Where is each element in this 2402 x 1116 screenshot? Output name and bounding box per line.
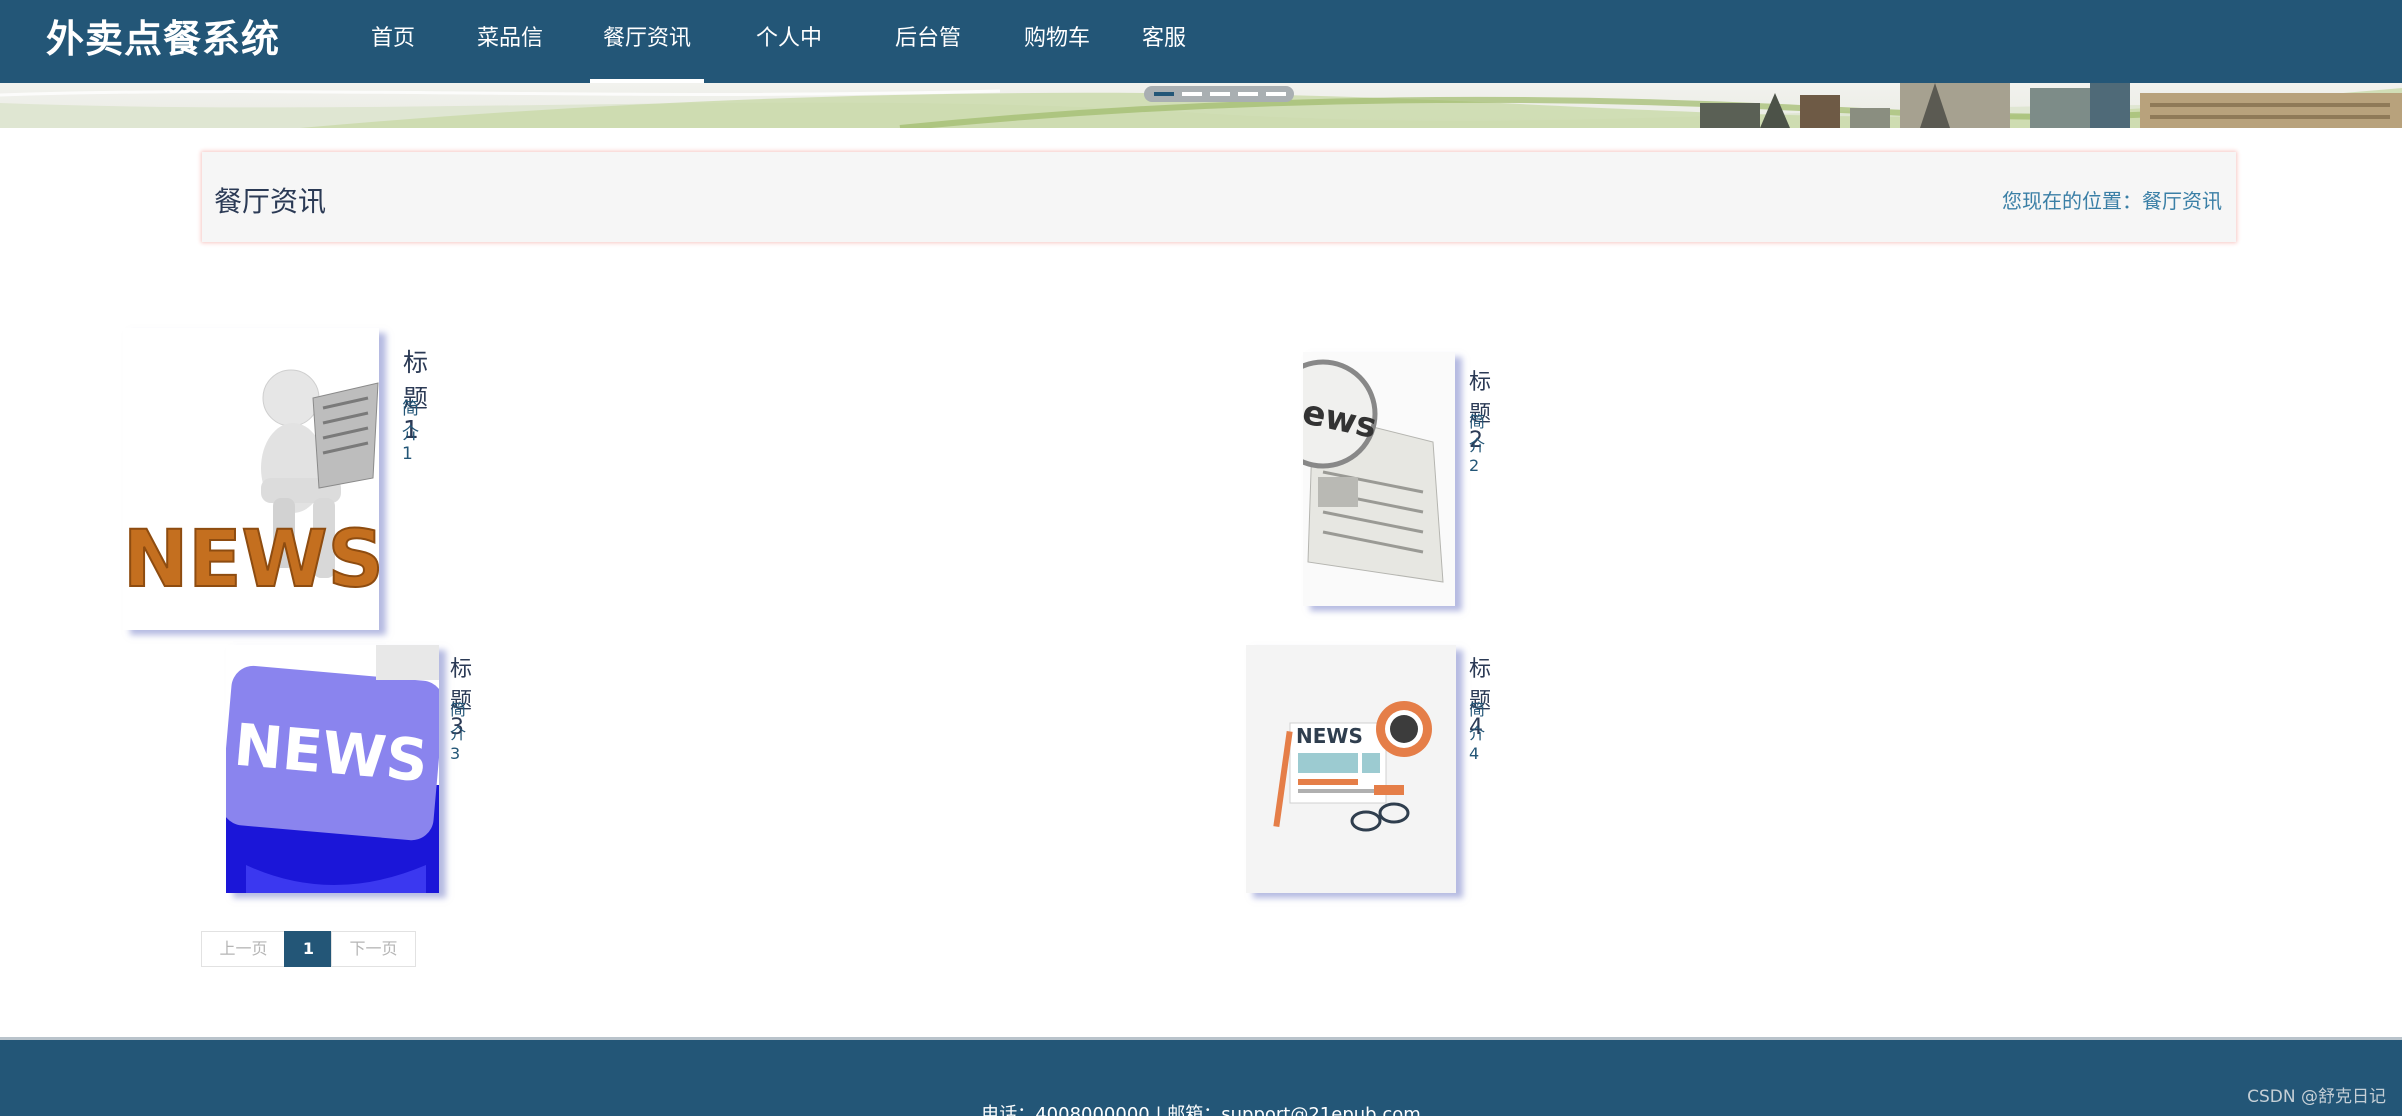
- nav-item-home[interactable]: 首页: [371, 0, 415, 83]
- carousel-indicators: [1144, 86, 1294, 102]
- page-1-button[interactable]: 1: [284, 931, 333, 967]
- carousel-dot-4[interactable]: [1238, 92, 1258, 96]
- news-image-magnifier[interactable]: ews: [1303, 352, 1455, 606]
- news-intro: 简介4: [1469, 700, 1486, 763]
- news-image-3d-figure[interactable]: NEWS: [123, 328, 379, 630]
- carousel-dot-5[interactable]: [1266, 92, 1286, 96]
- svg-text:NEWS: NEWS: [1296, 724, 1363, 748]
- news-intro: 简介3: [450, 700, 467, 763]
- carousel-dot-3[interactable]: [1210, 92, 1230, 96]
- news-image-newspaper-coffee[interactable]: NEWS: [1246, 645, 1456, 893]
- news-intro: 简介2: [1469, 412, 1486, 475]
- carousel-dot-1[interactable]: [1154, 92, 1174, 96]
- nav-item-cart[interactable]: 购物车: [1024, 0, 1090, 83]
- prev-page-button[interactable]: 上一页: [201, 931, 286, 967]
- site-footer: 电话：4008000000 | 邮箱：support@21epub.com: [0, 1037, 2402, 1116]
- nav-item-restaurant-news[interactable]: 餐厅资讯: [590, 0, 704, 83]
- footer-contact: 电话：4008000000 | 邮箱：support@21epub.com: [981, 1104, 1421, 1116]
- svg-text:NEWS: NEWS: [123, 515, 379, 605]
- nav-item-admin[interactable]: 后台管理: [885, 0, 971, 129]
- news-image-blue-tag[interactable]: NEWS: [226, 645, 439, 893]
- location-bar: 餐厅资讯 您现在的位置：餐厅资讯: [202, 152, 2236, 242]
- watermark: CSDN @舒克日记: [2247, 1087, 2386, 1107]
- nav-item-dishes[interactable]: 菜品信息: [467, 0, 553, 129]
- nav-item-customer-service[interactable]: 客服: [1142, 0, 1186, 83]
- carousel-dot-2[interactable]: [1182, 92, 1202, 96]
- nav-item-personal-center[interactable]: 个人中心: [746, 0, 832, 129]
- page-title: 餐厅资讯: [214, 185, 327, 218]
- next-page-button[interactable]: 下一页: [331, 931, 416, 967]
- breadcrumb[interactable]: 您现在的位置：餐厅资讯: [2002, 185, 2222, 214]
- site-brand[interactable]: 外卖点餐系统: [46, 14, 280, 64]
- news-intro: 简介1: [402, 399, 419, 464]
- top-header: 外卖点餐系统 首页 菜品信息 餐厅资讯 个人中心 后台管理 购物车 客服: [0, 0, 2402, 129]
